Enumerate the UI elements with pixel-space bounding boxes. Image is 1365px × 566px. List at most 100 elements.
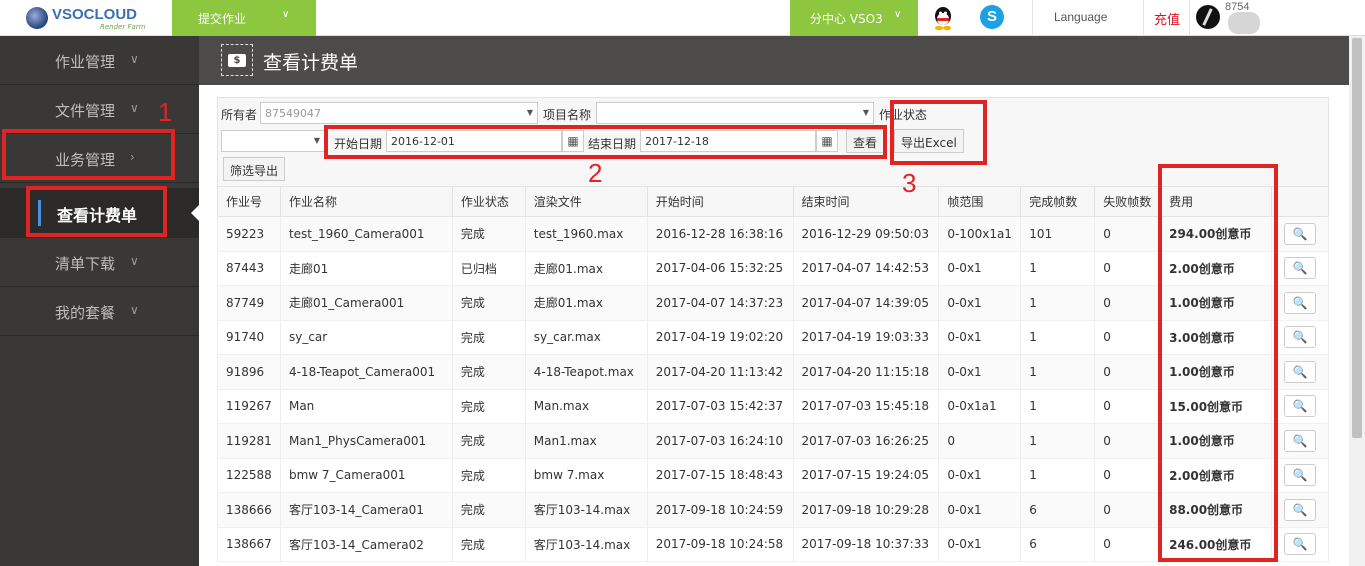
table-cell: 0 <box>1094 492 1162 528</box>
sidebar-item-my-plan[interactable]: 我的套餐 ∨ <box>0 287 199 336</box>
table-cell: 0 <box>938 423 1022 459</box>
avatar[interactable] <box>1196 5 1220 29</box>
column-header[interactable]: 作业号 <box>217 186 281 217</box>
table-cell: 🔍 <box>1270 354 1330 390</box>
column-header[interactable]: 渲染文件 <box>524 186 648 217</box>
table-cell: 2017-04-07 14:42:53 <box>792 251 940 286</box>
table-cell: 119267 <box>217 389 281 424</box>
project-name-select[interactable]: ▼ <box>596 102 874 124</box>
table-cell: 2017-04-07 14:37:23 <box>646 285 794 321</box>
search-icon[interactable]: 🔍 <box>1283 464 1316 487</box>
chevron-down-icon: ∨ <box>130 52 139 66</box>
recharge-link[interactable]: 充值 <box>1154 9 1180 28</box>
table-cell: 0-0x1a1 <box>938 389 1022 424</box>
table-cell: 完成 <box>451 458 526 493</box>
column-header[interactable]: 失败帧数 <box>1094 186 1162 217</box>
table-cell: test_1960.max <box>524 216 648 252</box>
table-cell: 完成 <box>451 320 526 355</box>
column-header[interactable]: 完成帧数 <box>1020 186 1096 217</box>
table-cell: 完成 <box>451 389 526 424</box>
search-icon[interactable]: 🔍 <box>1283 222 1316 245</box>
table-cell: 0-100x1a1 <box>938 216 1022 252</box>
sidebar-item-job-management[interactable]: 作业管理 ∨ <box>0 36 199 85</box>
search-icon[interactable]: 🔍 <box>1283 326 1316 349</box>
table-cell: Man1.max <box>524 423 648 459</box>
search-icon[interactable]: 🔍 <box>1283 360 1316 383</box>
vsocloud-logo[interactable]: VSOCLOUD Render Farm <box>22 4 162 32</box>
table-cell: 2017-04-07 14:39:05 <box>792 285 940 321</box>
table-cell: 122588 <box>217 458 281 493</box>
table-cell: 客厅103-14_Camera02 <box>279 527 453 562</box>
search-icon[interactable]: 🔍 <box>1283 291 1316 314</box>
table-cell: Man1_PhysCamera001 <box>279 423 453 459</box>
divider <box>1032 0 1033 36</box>
submit-job-menu[interactable]: 提交作业 ∨ <box>172 0 316 36</box>
table-cell: 101 <box>1020 216 1096 252</box>
table-cell: sy_car.max <box>524 320 648 355</box>
table-cell: 87749 <box>217 285 281 321</box>
table-cell: 0 <box>1094 458 1162 493</box>
annotation-box-1 <box>2 129 175 180</box>
table-cell: 🔍 <box>1270 389 1330 424</box>
table-cell: 🔍 <box>1270 527 1330 562</box>
sidebar-item-label: 我的套餐 <box>55 304 116 322</box>
table-cell: Man.max <box>524 389 648 424</box>
branch-center-label: 分中心 VSO3 <box>810 12 883 26</box>
sidebar-item-label: 作业管理 <box>55 53 116 71</box>
user-name-blurred <box>1228 12 1260 34</box>
table-cell: 0-0x1 <box>938 251 1022 286</box>
scrollbar-thumb[interactable] <box>1352 38 1362 438</box>
table-cell: bmw 7_Camera001 <box>279 458 453 493</box>
table-cell: 0-0x1 <box>938 527 1022 562</box>
qq-icon[interactable] <box>932 5 954 31</box>
search-icon[interactable]: 🔍 <box>1283 498 1316 521</box>
column-header[interactable]: 开始时间 <box>646 186 794 217</box>
column-header[interactable]: 作业状态 <box>451 186 526 217</box>
branch-center-menu[interactable]: 分中心 VSO3 ∨ <box>790 0 918 36</box>
search-icon[interactable]: 🔍 <box>1283 257 1316 280</box>
sidebar-item-list-download[interactable]: 清单下载 ∨ <box>0 238 199 287</box>
table-cell: 119281 <box>217 423 281 459</box>
table-cell: 2017-04-20 11:13:42 <box>646 354 794 390</box>
search-icon[interactable]: 🔍 <box>1283 395 1316 418</box>
column-header[interactable]: 结束时间 <box>792 186 940 217</box>
table-cell: 0 <box>1094 251 1162 286</box>
column-header[interactable]: 作业名称 <box>279 186 453 217</box>
chevron-down-icon: ∨ <box>894 9 902 20</box>
active-notch <box>191 205 199 221</box>
skype-icon[interactable]: S <box>980 5 1004 29</box>
table-cell: 完成 <box>451 216 526 252</box>
annotation-box-3 <box>890 100 987 165</box>
table-cell: 1 <box>1020 423 1096 459</box>
logo-text: VSOCLOUD <box>52 6 138 23</box>
table-cell: 2017-04-20 11:15:18 <box>792 354 940 390</box>
job-status-select[interactable]: ▼ <box>221 130 325 152</box>
filter-export-button[interactable]: 筛选导出 <box>223 157 286 181</box>
table-cell: 2017-07-03 16:26:25 <box>792 423 940 459</box>
table-cell: 138667 <box>217 527 281 562</box>
language-selector[interactable]: Language <box>1054 10 1107 24</box>
table-cell: 2017-07-03 15:45:18 <box>792 389 940 424</box>
table-cell: 2017-07-15 19:24:05 <box>792 458 940 493</box>
table-cell: 客厅103-14.max <box>524 527 648 562</box>
table-cell: 完成 <box>451 285 526 321</box>
annotation-box-2 <box>324 125 887 159</box>
scrollbar[interactable] <box>1349 36 1365 566</box>
table-cell: 2017-09-18 10:37:33 <box>792 527 940 562</box>
column-header[interactable]: 帧范围 <box>938 186 1022 217</box>
table-cell: 0 <box>1094 354 1162 390</box>
table-cell: 4-18-Teapot.max <box>524 354 648 390</box>
owner-select[interactable]: 87549047 ▼ <box>260 102 538 124</box>
annotation-number-2: 2 <box>588 158 603 188</box>
page-header: $ 查看计费单 <box>199 36 1349 85</box>
table-cell: 完成 <box>451 423 526 459</box>
search-icon[interactable]: 🔍 <box>1283 533 1316 556</box>
chevron-down-icon: ∨ <box>130 101 139 115</box>
table-cell: 0-0x1 <box>938 285 1022 321</box>
divider <box>1143 0 1144 36</box>
owner-label: 所有者 <box>221 108 258 122</box>
search-icon[interactable]: 🔍 <box>1283 429 1316 452</box>
table-cell: 2017-04-19 19:02:20 <box>646 320 794 355</box>
logo-subtitle: Render Farm <box>100 23 146 31</box>
dropdown-arrow-icon: ▼ <box>526 108 533 117</box>
